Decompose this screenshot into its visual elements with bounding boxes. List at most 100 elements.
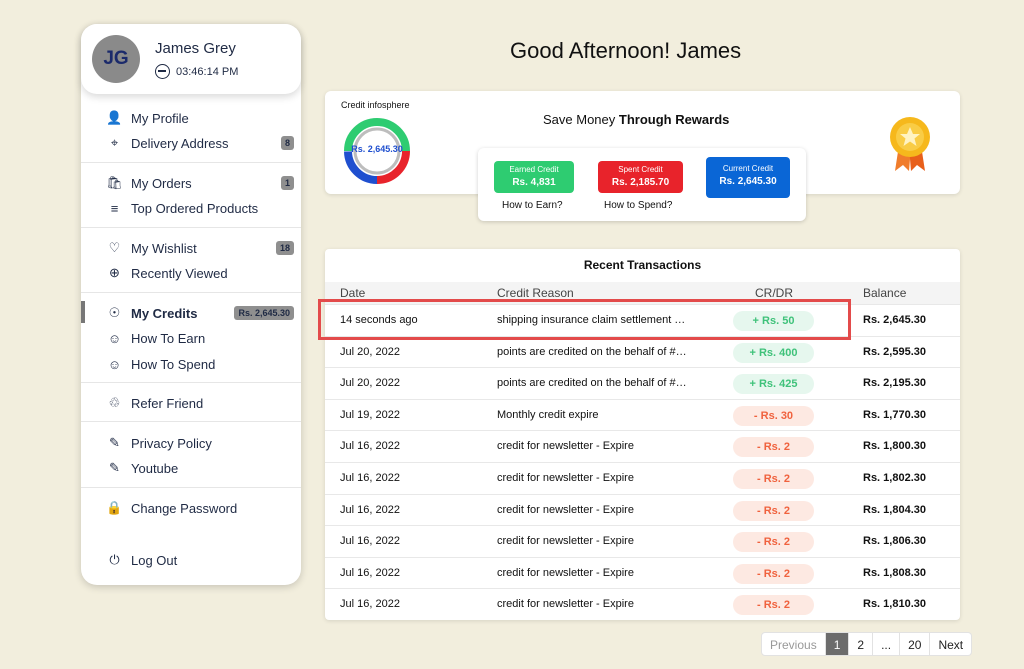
spent-credit-label: Spent Credit	[618, 165, 663, 174]
sidebar-item-change-password[interactable]: 🔒 Change Password	[81, 496, 301, 520]
row-balance: Rs. 2,645.30	[863, 314, 926, 326]
sidebar-item-how-to-earn[interactable]: ☺ How To Earn	[81, 326, 301, 350]
count-badge: 1	[280, 176, 294, 190]
next-button[interactable]: Next	[930, 632, 973, 656]
infosphere-label: Credit infosphere	[341, 100, 410, 110]
menu-divider	[81, 227, 301, 228]
power-icon: ⏻	[109, 552, 120, 567]
sidebar-item-label: My Orders	[131, 175, 192, 191]
row-balance: Rs. 1,810.30	[863, 598, 926, 611]
rewards-title: Save Money Through Rewards	[543, 112, 729, 127]
col-balance: Balance	[863, 286, 907, 300]
row-date: Jul 20, 2022	[340, 377, 400, 390]
earn-icon: ☺	[107, 330, 122, 346]
sidebar-item-log-out[interactable]: ⏻ Log Out	[81, 548, 301, 572]
amount-badge: - Rs. 2	[733, 595, 814, 616]
sidebar-item-top-ordered-products[interactable]: ≡ Top Ordered Products	[81, 196, 301, 220]
sidebar-item-my-wishlist[interactable]: ♡ My Wishlist 18	[81, 236, 301, 260]
table-row[interactable]: Jul 20, 2022 points are credited on the b…	[325, 367, 960, 399]
page-button[interactable]: 2	[849, 632, 874, 656]
menu-divider	[81, 382, 301, 383]
page-button[interactable]: ...	[873, 632, 901, 656]
sidebar-item-label: Refer Friend	[131, 395, 204, 411]
amount-badge: - Rs. 30	[733, 405, 814, 426]
row-date: Jul 19, 2022	[340, 408, 400, 421]
previous-button[interactable]: Previous	[761, 632, 826, 656]
shopping-bag-icon: 🛍	[106, 175, 123, 190]
row-date: Jul 16, 2022	[340, 535, 400, 548]
row-date: Jul 16, 2022	[340, 440, 400, 453]
count-badge: 18	[275, 241, 294, 255]
table-row[interactable]: Jul 16, 2022 credit for newsletter - Expi…	[325, 493, 960, 526]
table-row[interactable]: Jul 16, 2022 credit for newsletter - Expi…	[325, 556, 960, 589]
profile-card: JG James Grey 03:46:14 PM	[81, 24, 301, 94]
table-row[interactable]: Jul 20, 2022 points are credited on the b…	[325, 335, 960, 368]
sidebar-item-privacy-policy[interactable]: ✎ Privacy Policy	[81, 431, 301, 455]
menu-divider	[81, 421, 301, 422]
sidebar-item-youtube[interactable]: ✎ Youtube	[81, 456, 301, 480]
sidebar-item-how-to-spend[interactable]: ☺ How To Spend	[81, 352, 301, 376]
table-row[interactable]: Jul 19, 2022 Monthly credit expire - Rs. 3…	[325, 398, 960, 431]
clock-time: 03:46:14 PM	[176, 65, 239, 78]
row-balance: Rs. 1,770.30	[863, 408, 926, 421]
user-icon: 👤	[106, 110, 123, 125]
row-highlight	[318, 299, 851, 340]
transactions-title: Recent Transactions	[583, 258, 702, 272]
sidebar-item-label: Log Out	[131, 552, 178, 568]
hand-coin-icon: ☉	[108, 305, 121, 320]
page-button[interactable]: 1	[825, 632, 850, 656]
table-row[interactable]: Jul 16, 2022 credit for newsletter - Expi…	[325, 430, 960, 462]
row-date: Jul 20, 2022	[340, 345, 400, 358]
table-row[interactable]: Jul 16, 2022 credit for newsletter - Expi…	[325, 462, 960, 494]
row-reason: Monthly credit expire	[497, 408, 599, 421]
spent-credit-card: Spent Credit Rs. 2,185.70	[598, 161, 683, 193]
amount-badge: - Rs. 2	[733, 469, 814, 489]
count-badge: 8	[280, 136, 294, 150]
amount-badge: + Rs. 425	[733, 374, 814, 395]
how-to-spend-link[interactable]: How to Spend?	[604, 200, 672, 211]
sidebar-item-my-orders[interactable]: 🛍 My Orders 1	[81, 171, 301, 195]
sidebar-item-recently-viewed[interactable]: ⊕ Recently Viewed	[81, 261, 301, 285]
sidebar-item-label: My Credits	[131, 305, 198, 321]
table-row[interactable]: Jul 16, 2022 credit for newsletter - Expi…	[325, 588, 960, 620]
sidebar-item-my-profile[interactable]: 👤 My Profile	[81, 106, 301, 130]
menu-divider	[81, 292, 301, 293]
row-reason: credit for newsletter - Expire	[497, 440, 634, 453]
spend-icon: ☺	[107, 356, 122, 372]
amount-badge: - Rs. 2	[733, 563, 814, 584]
profile-time: 03:46:14 PM	[155, 64, 238, 79]
count-badge: Rs. 2,645.30	[234, 306, 294, 320]
current-credit-label: Current Credit	[722, 164, 774, 173]
spent-credit-value: Rs. 2,185.70	[611, 177, 670, 188]
location-pin-icon: ⌖	[110, 135, 119, 150]
page-button[interactable]: 20	[900, 632, 931, 656]
sidebar-item-label: Youtube	[131, 460, 179, 476]
sidebar-item-label: Recently Viewed	[131, 265, 228, 281]
sidebar-item-delivery-address[interactable]: ⌖ Delivery Address 8	[81, 131, 301, 155]
sidebar-item-refer-friend[interactable]: ♲ Refer Friend	[81, 391, 301, 415]
search-eye-icon: ⊕	[109, 265, 120, 280]
row-balance: Rs. 1,800.30	[863, 440, 926, 453]
heart-icon: ♡	[108, 240, 121, 255]
row-balance: Rs. 2,595.30	[863, 345, 926, 358]
earned-credit-card: Earned Credit Rs. 4,831	[494, 161, 574, 193]
sidebar-item-label: Change Password	[131, 500, 238, 516]
col-crdr: CR/DR	[755, 286, 793, 300]
document-icon: ✎	[109, 460, 120, 475]
row-reason: credit for newsletter - Expire	[497, 566, 634, 579]
sidebar-item-my-credits[interactable]: ☉ My Credits Rs. 2,645.30	[81, 301, 301, 325]
row-reason: points are credited on the behalf of #…	[497, 345, 687, 358]
document-icon: ✎	[109, 435, 120, 450]
refer-icon: ♲	[108, 395, 121, 410]
row-reason: points are credited on the behalf of #…	[497, 377, 687, 390]
row-balance: Rs. 1,808.30	[863, 566, 926, 579]
how-to-earn-link[interactable]: How to Earn?	[502, 200, 563, 211]
col-date: Date	[340, 286, 366, 300]
current-credit-card: Current Credit Rs. 2,645.30	[706, 157, 790, 198]
sidebar: JG James Grey 03:46:14 PM 👤 My Profile ⌖ De…	[81, 24, 301, 585]
table-row[interactable]: Jul 16, 2022 credit for newsletter - Expi…	[325, 525, 960, 557]
row-reason: credit for newsletter - Expire	[497, 472, 634, 484]
sidebar-item-label: Privacy Policy	[131, 435, 212, 451]
current-credit-value: Rs. 2,645.30	[719, 176, 777, 187]
row-balance: Rs. 2,195.30	[863, 377, 926, 390]
